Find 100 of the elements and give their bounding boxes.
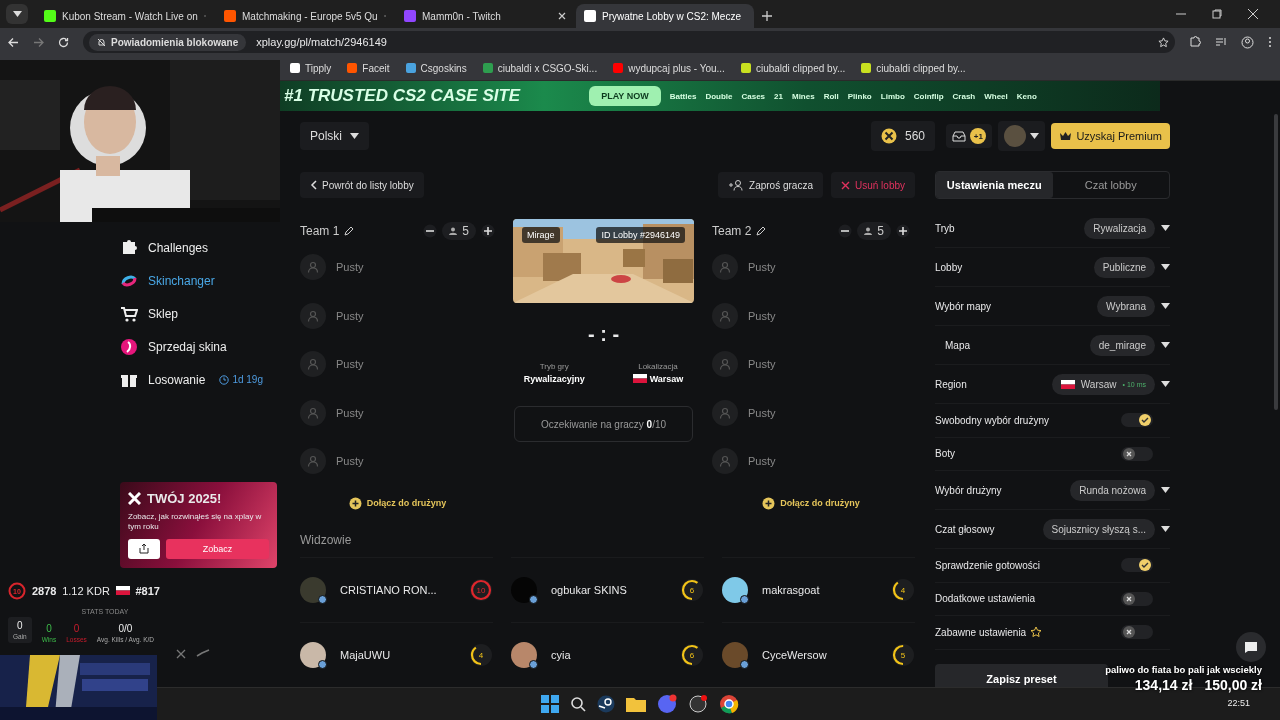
browser-tab[interactable]: Matchmaking - Europe 5v5 Qu xyxy=(216,4,394,28)
banner-link[interactable]: Cases xyxy=(741,91,766,101)
join-team-button[interactable]: Dołącz do drużyny xyxy=(756,495,866,511)
address-bar[interactable]: Powiadomienia blokowane xplay.gg/pl/match/2946149 xyxy=(83,31,1175,53)
toggle-switch[interactable] xyxy=(1121,558,1153,573)
pencil-icon[interactable] xyxy=(756,226,767,236)
chat-app-icon[interactable] xyxy=(657,694,677,714)
reload-icon[interactable] xyxy=(58,36,69,48)
team-name: Team 1 xyxy=(300,224,340,238)
user-icon xyxy=(719,406,731,419)
chat-button[interactable] xyxy=(1236,632,1266,662)
user-icon xyxy=(307,406,319,419)
section-title: Widzowie xyxy=(300,532,353,547)
spectator-row[interactable]: ogbukar SKINS 6 xyxy=(511,556,704,622)
bookmark[interactable]: ciubaldi clipped by... xyxy=(740,62,846,74)
bookmark[interactable]: Tipply xyxy=(290,62,332,74)
spectator-row[interactable]: CyceWersow 5 xyxy=(722,621,915,687)
inbox-button[interactable]: +1 xyxy=(946,124,993,148)
windows-icon[interactable] xyxy=(541,695,559,713)
info-label: Tryb gry xyxy=(539,362,569,371)
panel-tab[interactable]: Ustawienia meczu xyxy=(936,172,1053,198)
sidebar-item[interactable]: Losowanie 1d 19g xyxy=(120,369,280,390)
user-icon xyxy=(307,261,319,274)
spectator-row[interactable]: cyia 6 xyxy=(511,621,704,687)
toggle-switch[interactable] xyxy=(1121,591,1153,606)
slot-label: Pusty xyxy=(336,261,364,274)
invite-button[interactable]: Zaproś gracza xyxy=(718,172,823,198)
banner-link[interactable]: Keno xyxy=(1016,91,1037,101)
banner-link[interactable]: Coinflip xyxy=(913,91,944,101)
minus-icon[interactable] xyxy=(423,224,438,238)
new-tab-icon[interactable] xyxy=(762,11,772,21)
sidebar-item[interactable]: Skinchanger xyxy=(120,270,280,291)
banner-link[interactable]: Limbo xyxy=(880,91,905,101)
toggle-switch[interactable] xyxy=(1121,413,1153,428)
profile-menu[interactable] xyxy=(998,121,1046,151)
banner-link[interactable]: Double xyxy=(705,91,733,101)
bookmark[interactable]: Csgoskins xyxy=(405,62,467,74)
banner-link[interactable]: Crash xyxy=(952,91,976,101)
menu-icon[interactable] xyxy=(1268,36,1272,48)
browser-icon[interactable] xyxy=(719,694,739,714)
coin-balance[interactable]: 560 xyxy=(870,121,935,151)
puzzle-icon[interactable] xyxy=(1189,36,1201,48)
restore-icon[interactable] xyxy=(1212,9,1222,19)
bookmark[interactable]: ciubaldi clipped by... xyxy=(861,62,966,74)
star-icon[interactable] xyxy=(1158,36,1169,48)
ad-banner[interactable]: #1 TRUSTED CS2 CASE SITE PLAY NOW Battles Double Cases 21 Mines Roll Plinko Limbo Coinflip Crash Wheel Keno xyxy=(280,81,1160,111)
back-arrow-icon[interactable] xyxy=(8,36,19,48)
select-field[interactable]: Wybrana xyxy=(1097,295,1155,317)
join-team-button[interactable]: Dołącz do drużyny xyxy=(342,495,453,511)
promo-button[interactable]: Zobacz xyxy=(166,538,269,559)
search-icon[interactable] xyxy=(570,696,586,712)
banner-link[interactable]: Wheel xyxy=(984,91,1008,101)
banner-link[interactable]: Mines xyxy=(791,91,815,101)
sidebar-item[interactable]: Sklep xyxy=(120,303,280,324)
panel-tab[interactable]: Czat lobby xyxy=(1052,172,1169,198)
media-icon[interactable] xyxy=(1215,36,1227,48)
forward-arrow-icon[interactable] xyxy=(33,36,44,48)
back-button[interactable]: Powrót do listy lobby xyxy=(300,172,424,198)
profile-icon[interactable] xyxy=(1241,35,1254,49)
sidebar-item[interactable]: Challenges xyxy=(120,237,280,258)
steam-icon[interactable] xyxy=(597,695,615,713)
x-icon[interactable] xyxy=(176,648,186,659)
delete-lobby-button[interactable]: Usuń lobby xyxy=(830,172,915,198)
banner-link[interactable]: 21 xyxy=(774,91,783,101)
share-button[interactable] xyxy=(128,538,160,559)
spectator-row[interactable]: MajaUWU 4 xyxy=(300,621,493,687)
play-now-button[interactable]: PLAY NOW xyxy=(589,86,661,106)
bookmark[interactable]: wydupcaj plus - You... xyxy=(613,62,725,74)
waiting-text: Oczekiwanie na graczy 0/10 xyxy=(540,418,667,430)
select-field[interactable]: Runda nożowa xyxy=(1070,479,1155,501)
recorder-icon[interactable] xyxy=(688,694,708,714)
tab-search-button[interactable] xyxy=(6,4,28,24)
spectator-row[interactable]: makrasgoat 4 xyxy=(722,556,915,622)
premium-button[interactable]: Uzyskaj Premium xyxy=(1051,123,1170,149)
bell-off-icon xyxy=(97,37,106,47)
slot-label: Pusty xyxy=(748,406,776,419)
bookmark[interactable]: Faceit xyxy=(347,62,390,74)
select-field[interactable]: Sojusznicy słyszą s... xyxy=(1042,518,1155,540)
select-field[interactable]: Rywalizacja xyxy=(1084,217,1155,239)
browser-tab[interactable]: Kubon Stream - Watch Live on xyxy=(36,4,214,28)
toggle-switch[interactable] xyxy=(1121,625,1153,640)
banner-link[interactable]: Battles xyxy=(669,91,697,101)
browser-tab[interactable]: Prywatne Lobby w CS2: Mecze xyxy=(576,4,754,28)
plus-icon[interactable] xyxy=(896,224,910,238)
pencil-icon[interactable] xyxy=(344,226,355,236)
spectator-row[interactable]: CRISTIANO RON... 10 xyxy=(300,556,493,622)
bookmark[interactable]: ciubaldi x CSGO-Ski... xyxy=(482,62,598,74)
banner-link[interactable]: Roll xyxy=(823,91,839,101)
plus-icon[interactable] xyxy=(481,224,495,238)
select-field[interactable]: de_mirage xyxy=(1089,334,1155,356)
url-text: xplay.gg/pl/match/2946149 xyxy=(256,36,388,48)
browser-tab[interactable]: Mamm0n - Twitch xyxy=(396,4,574,28)
toggle-switch[interactable] xyxy=(1121,446,1153,461)
banner-link[interactable]: Plinko xyxy=(847,91,872,101)
sidebar-item[interactable]: Sprzedaj skina xyxy=(120,336,280,357)
minus-icon[interactable] xyxy=(838,224,853,238)
language-dropdown[interactable]: Polski xyxy=(300,122,369,150)
folder-icon[interactable] xyxy=(626,696,646,712)
check-icon xyxy=(1141,416,1149,425)
select-field[interactable]: Publiczne xyxy=(1093,256,1155,278)
